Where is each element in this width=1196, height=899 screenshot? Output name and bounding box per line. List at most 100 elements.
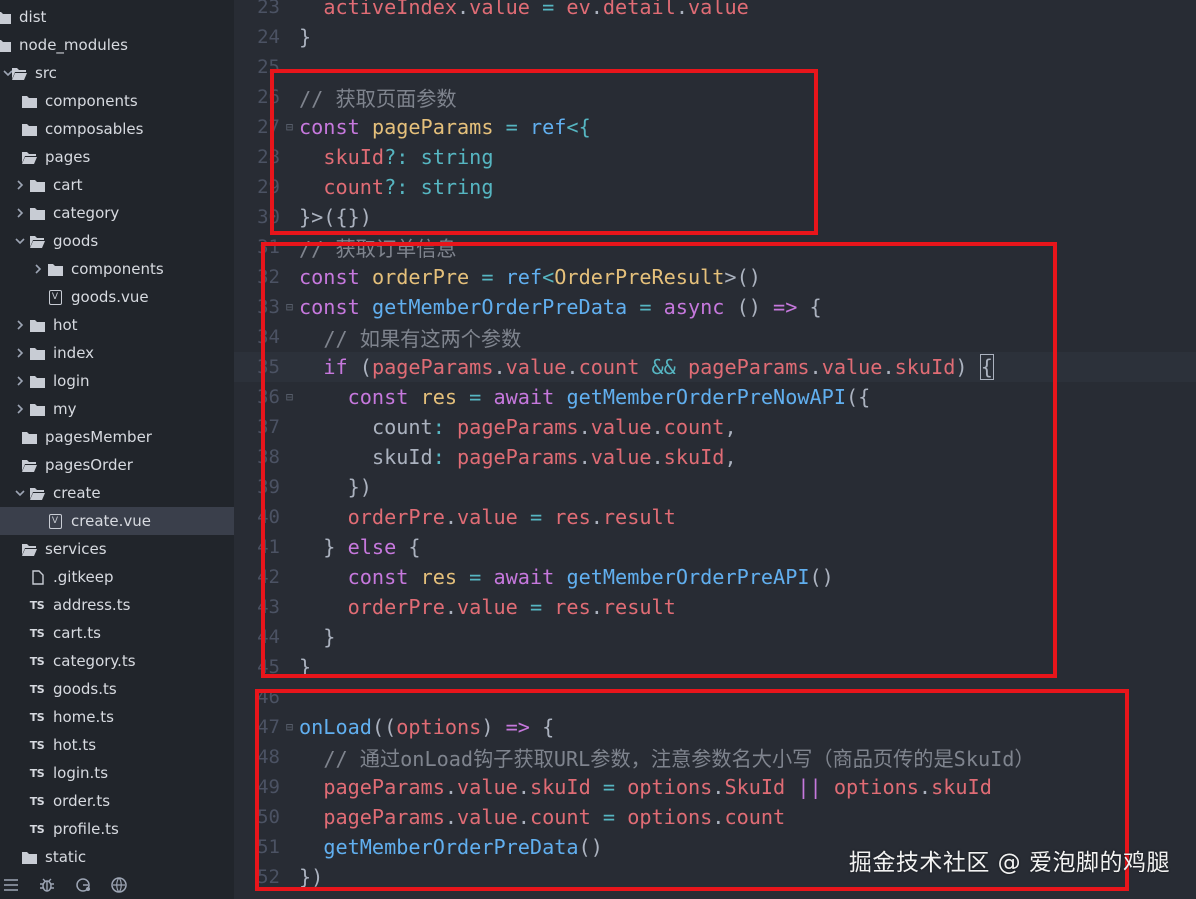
line-number: 41: [257, 536, 280, 558]
code-line[interactable]: 36 ⊟ const res = await getMemberOrderPreN…: [234, 382, 1196, 412]
code-token: res: [420, 565, 458, 589]
explorer-item-goods-ts[interactable]: TS goods.ts: [0, 675, 234, 703]
chevron-right-icon[interactable]: [12, 320, 28, 330]
explorer-item-hot-ts[interactable]: TS hot.ts: [0, 731, 234, 759]
git-icon[interactable]: [74, 876, 92, 894]
explorer-item-my[interactable]: my: [0, 395, 234, 423]
code-line[interactable]: 44 }: [234, 622, 1196, 652]
explorer-item-composables[interactable]: composables: [0, 115, 234, 143]
explorer-item-dist[interactable]: dist: [0, 3, 234, 31]
explorer-item-services[interactable]: services: [0, 535, 234, 563]
code-editor[interactable]: 23 activeIndex.value = ev.detail.value 24…: [234, 0, 1196, 899]
code-line[interactable]: 29 count?: string: [234, 172, 1196, 202]
line-number: 34: [257, 326, 280, 348]
explorer-item-create-vue[interactable]: Vcreate.vue: [0, 507, 234, 535]
code-line[interactable]: 43 orderPre.value = res.result: [234, 592, 1196, 622]
chevron-down-icon[interactable]: [12, 236, 28, 246]
explorer-item-home-ts[interactable]: TS home.ts: [0, 703, 234, 731]
fold-icon[interactable]: ⊟: [280, 390, 299, 404]
explorer-item-pagesmember[interactable]: pagesMember: [0, 423, 234, 451]
explorer-item-label: category: [53, 204, 120, 222]
explorer-item-gitkeep[interactable]: .gitkeep: [0, 563, 234, 591]
explorer-item-label: profile.ts: [53, 820, 119, 838]
code-line[interactable]: 25: [234, 52, 1196, 82]
code-line[interactable]: 31 // 获取订单信息: [234, 232, 1196, 262]
code-line[interactable]: 24}: [234, 22, 1196, 52]
list-icon[interactable]: [2, 876, 20, 894]
line-number: 50: [257, 806, 280, 828]
code-line[interactable]: 38 skuId: pageParams.value.skuId,: [234, 442, 1196, 472]
explorer-item-index[interactable]: index: [0, 339, 234, 367]
chevron-right-icon[interactable]: [12, 180, 28, 190]
explorer-item-pages[interactable]: pages: [0, 143, 234, 171]
code-line[interactable]: 50 pageParams.value.count = options.coun…: [234, 802, 1196, 832]
folder-open-icon: [28, 485, 46, 501]
explorer-item-src[interactable]: src: [0, 59, 234, 87]
chevron-right-icon[interactable]: [12, 348, 28, 358]
code-text: const res = await getMemberOrderPreNowAP…: [299, 385, 871, 409]
code-line[interactable]: 32 const orderPre = ref<OrderPreResult>(): [234, 262, 1196, 292]
chevron-right-icon[interactable]: [12, 404, 28, 414]
explorer-item-category[interactable]: category: [0, 199, 234, 227]
fold-icon[interactable]: ⊟: [280, 120, 299, 134]
code-line[interactable]: 48 // 通过onLoad钩子获取URL参数，注意参数名大小写（商品页传的是S…: [234, 742, 1196, 772]
code-line[interactable]: 27 ⊟ const pageParams = ref<{: [234, 112, 1196, 142]
extensions-icon[interactable]: [110, 876, 128, 894]
explorer-item-static[interactable]: static: [0, 843, 234, 871]
code-line[interactable]: 34 // 如果有这两个参数: [234, 322, 1196, 352]
explorer-item-cart-ts[interactable]: TS cart.ts: [0, 619, 234, 647]
fold-icon[interactable]: ⊟: [280, 720, 299, 734]
explorer-item-goods-vue[interactable]: Vgoods.vue: [0, 283, 234, 311]
code-line[interactable]: 39 }): [234, 472, 1196, 502]
code-line[interactable]: 26 // 获取页面参数: [234, 82, 1196, 112]
code-token: // 获取订单信息: [299, 236, 457, 261]
explorer-item-hot[interactable]: hot: [0, 311, 234, 339]
code-token: .: [675, 0, 688, 19]
explorer-item-pagesorder[interactable]: pagesOrder: [0, 451, 234, 479]
explorer-item-address-ts[interactable]: TS address.ts: [0, 591, 234, 619]
explorer-item-components[interactable]: components: [0, 255, 234, 283]
typescript-file-icon: TS: [28, 709, 46, 725]
code-token: .: [444, 505, 458, 529]
chevron-right-icon[interactable]: [30, 264, 46, 274]
code-line[interactable]: 47 ⊟ onLoad((options) => {: [234, 712, 1196, 742]
typescript-file-icon: TS: [28, 737, 46, 753]
code-line[interactable]: 41 } else {: [234, 532, 1196, 562]
code-token: ({: [845, 385, 871, 409]
code-line[interactable]: 30}>({}): [234, 202, 1196, 232]
code-line[interactable]: 28 skuId?: string: [234, 142, 1196, 172]
bug-icon[interactable]: [38, 876, 56, 894]
chevron-right-icon[interactable]: [12, 208, 28, 218]
explorer-item-profile-ts[interactable]: TS profile.ts: [0, 815, 234, 843]
code-line[interactable]: 23 activeIndex.value = ev.detail.value: [234, 0, 1196, 22]
explorer-item-order-ts[interactable]: TS order.ts: [0, 787, 234, 815]
chevron-right-icon[interactable]: [12, 376, 28, 386]
code-token: const: [299, 295, 360, 319]
code-token: .: [918, 775, 932, 799]
chevron-down-icon[interactable]: [12, 488, 28, 498]
code-line[interactable]: 37 count: pageParams.value.count,: [234, 412, 1196, 442]
explorer-item-components[interactable]: components: [0, 87, 234, 115]
explorer-item-login[interactable]: login: [0, 367, 234, 395]
code-line[interactable]: 49 pageParams.value.skuId = options.SkuI…: [234, 772, 1196, 802]
code-line[interactable]: 45}: [234, 652, 1196, 682]
sidebar-footer: [0, 871, 234, 899]
code-line[interactable]: 40 orderPre.value = res.result: [234, 502, 1196, 532]
explorer-item-goods[interactable]: goods: [0, 227, 234, 255]
code-token: detail: [602, 0, 676, 19]
explorer-item-node-modules[interactable]: node_modules: [0, 31, 234, 59]
code-line[interactable]: 46: [234, 682, 1196, 712]
code-token: value: [505, 355, 567, 379]
code-line[interactable]: 33 ⊟ const getMemberOrderPreData = async (…: [234, 292, 1196, 322]
explorer-item-login-ts[interactable]: TS login.ts: [0, 759, 234, 787]
explorer-item-cart[interactable]: cart: [0, 171, 234, 199]
code-token: value: [457, 775, 518, 799]
code-line[interactable]: 42 const res = await getMemberOrderPreAP…: [234, 562, 1196, 592]
fold-icon[interactable]: ⊟: [280, 300, 299, 314]
explorer-item-category-ts[interactable]: TS category.ts: [0, 647, 234, 675]
code-token: ,: [724, 445, 737, 469]
explorer-item-create[interactable]: create: [0, 479, 234, 507]
code-line[interactable]: 35 if (pageParams.value.count && pagePar…: [234, 352, 1196, 382]
